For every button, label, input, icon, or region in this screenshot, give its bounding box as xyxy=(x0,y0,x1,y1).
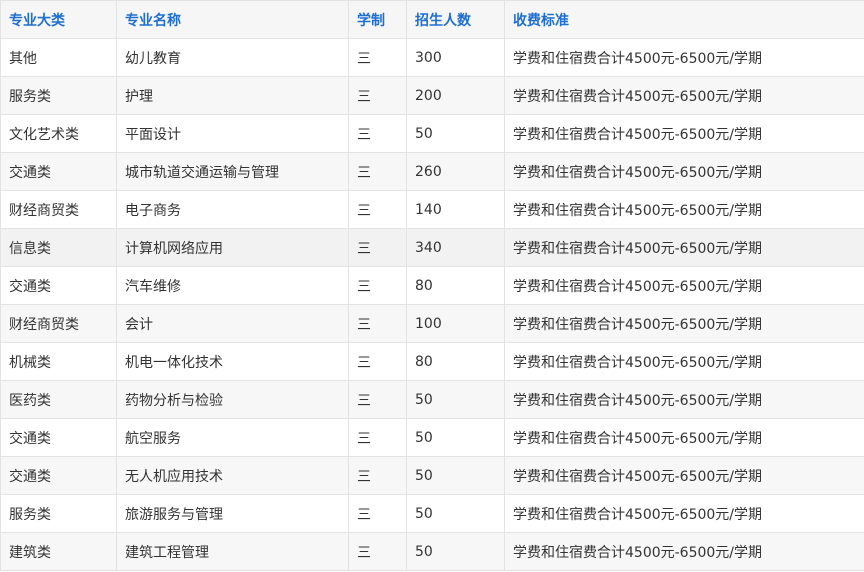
cell-major: 机电一体化技术 xyxy=(116,342,349,381)
cell-major: 计算机网络应用 xyxy=(116,228,349,267)
cell-major: 幼儿教育 xyxy=(116,38,349,77)
cell-duration: 三 xyxy=(348,228,407,267)
cell-duration: 三 xyxy=(348,532,407,571)
header-duration: 学制 xyxy=(348,0,407,39)
cell-category: 建筑类 xyxy=(0,532,117,571)
cell-duration: 三 xyxy=(348,190,407,229)
enrollment-table: 专业大类 专业名称 学制 招生人数 收费标准 其他 幼儿教育三 300 学费和住宿费合… xyxy=(0,0,864,571)
cell-category: 服务类 xyxy=(0,494,117,533)
cell-category: 机械类 xyxy=(0,342,117,381)
header-fee: 收费标准 xyxy=(504,0,864,39)
cell-major: 电子商务 xyxy=(116,190,349,229)
cell-major: 汽车维修 xyxy=(116,266,349,305)
table-row: 建筑类 建筑工程管理三 50 学费和住宿费合计4500元-6500元/学期 xyxy=(0,532,864,571)
table-row: 文化艺术类 平面设计三 50 学费和住宿费合计4500元-6500元/学期 xyxy=(0,114,864,153)
cell-major: 平面设计 xyxy=(116,114,349,153)
table-header: 专业大类 专业名称 学制 招生人数 收费标准 xyxy=(0,0,864,39)
cell-major: 旅游服务与管理 xyxy=(116,494,349,533)
cell-major: 无人机应用技术 xyxy=(116,456,349,495)
cell-enrollment: 50 xyxy=(406,380,505,419)
cell-enrollment: 260 xyxy=(406,152,505,191)
cell-duration: 三 xyxy=(348,494,407,533)
header-row: 专业大类 专业名称 学制 招生人数 收费标准 xyxy=(0,0,864,39)
table-row: 财经商贸类 会计三 100 学费和住宿费合计4500元-6500元/学期 xyxy=(0,304,864,343)
table-row: 交通类 汽车维修三 80 学费和住宿费合计4500元-6500元/学期 xyxy=(0,266,864,305)
cell-category: 文化艺术类 xyxy=(0,114,117,153)
cell-duration: 三 xyxy=(348,418,407,457)
cell-enrollment: 80 xyxy=(406,342,505,381)
cell-enrollment: 80 xyxy=(406,266,505,305)
table-row: 财经商贸类 电子商务三 140 学费和住宿费合计4500元-6500元/学期 xyxy=(0,190,864,229)
cell-duration: 三 xyxy=(348,304,407,343)
cell-fee: 学费和住宿费合计4500元-6500元/学期 xyxy=(504,152,864,191)
cell-category: 交通类 xyxy=(0,266,117,305)
cell-fee: 学费和住宿费合计4500元-6500元/学期 xyxy=(504,114,864,153)
table-row: 交通类 城市轨道交通运输与管理三 260 学费和住宿费合计4500元-6500元/学期 xyxy=(0,152,864,191)
cell-enrollment: 50 xyxy=(406,532,505,571)
cell-category: 信息类 xyxy=(0,228,117,267)
cell-category: 交通类 xyxy=(0,456,117,495)
table-row: 交通类 航空服务三 50 学费和住宿费合计4500元-6500元/学期 xyxy=(0,418,864,457)
table-row: 其他 幼儿教育三 300 学费和住宿费合计4500元-6500元/学期 xyxy=(0,38,864,77)
cell-fee: 学费和住宿费合计4500元-6500元/学期 xyxy=(504,228,864,267)
cell-duration: 三 xyxy=(348,456,407,495)
cell-enrollment: 100 xyxy=(406,304,505,343)
cell-category: 服务类 xyxy=(0,76,117,115)
cell-duration: 三 xyxy=(348,114,407,153)
cell-fee: 学费和住宿费合计4500元-6500元/学期 xyxy=(504,456,864,495)
cell-duration: 三 xyxy=(348,380,407,419)
cell-fee: 学费和住宿费合计4500元-6500元/学期 xyxy=(504,76,864,115)
table-row: 服务类 旅游服务与管理三 50 学费和住宿费合计4500元-6500元/学期 xyxy=(0,494,864,533)
cell-enrollment: 50 xyxy=(406,114,505,153)
cell-enrollment: 50 xyxy=(406,418,505,457)
table-row: 服务类 护理三 200 学费和住宿费合计4500元-6500元/学期 xyxy=(0,76,864,115)
cell-major: 药物分析与检验 xyxy=(116,380,349,419)
cell-duration: 三 xyxy=(348,152,407,191)
cell-major: 城市轨道交通运输与管理 xyxy=(116,152,349,191)
header-enrollment: 招生人数 xyxy=(406,0,505,39)
cell-duration: 三 xyxy=(348,266,407,305)
cell-major: 会计 xyxy=(116,304,349,343)
header-major: 专业名称 xyxy=(116,0,349,39)
cell-fee: 学费和住宿费合计4500元-6500元/学期 xyxy=(504,418,864,457)
cell-category: 财经商贸类 xyxy=(0,304,117,343)
cell-fee: 学费和住宿费合计4500元-6500元/学期 xyxy=(504,304,864,343)
cell-fee: 学费和住宿费合计4500元-6500元/学期 xyxy=(504,380,864,419)
cell-fee: 学费和住宿费合计4500元-6500元/学期 xyxy=(504,266,864,305)
cell-major: 护理 xyxy=(116,76,349,115)
cell-enrollment: 140 xyxy=(406,190,505,229)
table-row: 交通类 无人机应用技术三 50 学费和住宿费合计4500元-6500元/学期 xyxy=(0,456,864,495)
table-body: 其他 幼儿教育三 300 学费和住宿费合计4500元-6500元/学期 服务类 护理三 20… xyxy=(0,38,864,571)
cell-duration: 三 xyxy=(348,38,407,77)
cell-fee: 学费和住宿费合计4500元-6500元/学期 xyxy=(504,342,864,381)
cell-duration: 三 xyxy=(348,342,407,381)
cell-enrollment: 50 xyxy=(406,456,505,495)
cell-fee: 学费和住宿费合计4500元-6500元/学期 xyxy=(504,494,864,533)
header-category: 专业大类 xyxy=(0,0,117,39)
cell-fee: 学费和住宿费合计4500元-6500元/学期 xyxy=(504,38,864,77)
table-row: 医药类 药物分析与检验三 50 学费和住宿费合计4500元-6500元/学期 xyxy=(0,380,864,419)
cell-enrollment: 200 xyxy=(406,76,505,115)
cell-major: 建筑工程管理 xyxy=(116,532,349,571)
table-row: 机械类 机电一体化技术三 80 学费和住宿费合计4500元-6500元/学期 xyxy=(0,342,864,381)
cell-enrollment: 340 xyxy=(406,228,505,267)
cell-category: 医药类 xyxy=(0,380,117,419)
cell-enrollment: 300 xyxy=(406,38,505,77)
table-row: 信息类 计算机网络应用三 340 学费和住宿费合计4500元-6500元/学期 xyxy=(0,228,864,267)
cell-category: 财经商贸类 xyxy=(0,190,117,229)
cell-major: 航空服务 xyxy=(116,418,349,457)
cell-category: 其他 xyxy=(0,38,117,77)
cell-category: 交通类 xyxy=(0,152,117,191)
cell-category: 交通类 xyxy=(0,418,117,457)
cell-fee: 学费和住宿费合计4500元-6500元/学期 xyxy=(504,190,864,229)
cell-fee: 学费和住宿费合计4500元-6500元/学期 xyxy=(504,532,864,571)
cell-enrollment: 50 xyxy=(406,494,505,533)
cell-duration: 三 xyxy=(348,76,407,115)
